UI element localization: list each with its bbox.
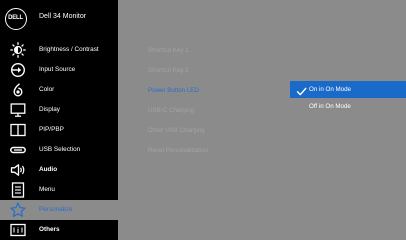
main-menu: DELL Dell 34 Monitor Brightness / Contra… xyxy=(0,0,118,240)
star-icon xyxy=(10,202,26,218)
display-icon xyxy=(10,102,26,118)
svg-text:i: i xyxy=(17,228,19,235)
submenu-other-usb-charging[interactable]: Other USB Charging xyxy=(148,127,205,134)
submenu-reset-personalization[interactable]: Reset Personalization xyxy=(148,147,208,154)
menu-item-brightness-contrast[interactable]: Brightness / Contrast xyxy=(0,40,118,60)
brightness-icon xyxy=(10,42,26,58)
menu-item-audio[interactable]: Audio xyxy=(0,160,118,180)
color-icon xyxy=(10,82,26,98)
speaker-icon xyxy=(10,162,26,178)
monitor-model-title: Dell 34 Monitor xyxy=(39,13,87,20)
menu-document-icon xyxy=(10,182,26,198)
usb-icon xyxy=(10,142,26,158)
menu-item-personalize[interactable]: Personalize xyxy=(0,200,118,220)
menu-item-color[interactable]: Color xyxy=(0,80,118,100)
option-label: Off in On Mode xyxy=(309,103,351,110)
input-source-icon xyxy=(10,62,26,78)
menu-item-label: PIP/PBP xyxy=(39,126,64,133)
dell-logo: DELL xyxy=(5,8,27,30)
menu-item-label: Menu xyxy=(39,186,55,193)
others-icon: i xyxy=(10,222,26,238)
pip-pbp-icon xyxy=(10,122,26,138)
checkmark-icon xyxy=(296,84,307,96)
menu-item-input-source[interactable]: Input Source xyxy=(0,60,118,80)
menu-item-label: Others xyxy=(39,226,60,233)
menu-item-pip-pbp[interactable]: PIP/PBP xyxy=(0,120,118,140)
menu-item-menu[interactable]: Menu xyxy=(0,180,118,200)
submenu-usb-c-charging[interactable]: USB-C Charging xyxy=(148,107,194,114)
option-label: On in On Mode xyxy=(309,86,351,93)
monitor-osd: DELL Dell 34 Monitor Brightness / Contra… xyxy=(0,0,406,240)
menu-item-label: Personalize xyxy=(39,206,73,213)
submenu-power-button-led[interactable]: Power Button LED xyxy=(148,87,199,94)
brand-header: DELL Dell 34 Monitor xyxy=(0,0,118,38)
option-on-in-on-mode[interactable]: On in On Mode xyxy=(290,81,406,98)
menu-item-label: Audio xyxy=(39,166,58,173)
menu-item-label: Brightness / Contrast xyxy=(39,46,99,53)
submenu-shortcut-key-1[interactable]: Shortcut Key 1 xyxy=(148,47,189,54)
menu-item-others[interactable]: i Others xyxy=(0,220,118,240)
option-off-in-on-mode[interactable]: Off in On Mode xyxy=(290,98,406,115)
menu-item-display[interactable]: Display xyxy=(0,100,118,120)
menu-item-label: USB Selection xyxy=(39,146,81,153)
dell-logo-text: DELL xyxy=(8,15,23,21)
submenu-shortcut-key-2[interactable]: Shortcut Key 2 xyxy=(148,67,189,74)
menu-item-label: Color xyxy=(39,86,55,93)
menu-item-usb-selection[interactable]: USB Selection xyxy=(0,140,118,160)
menu-item-label: Input Source xyxy=(39,66,76,73)
menu-item-label: Display xyxy=(39,106,60,113)
